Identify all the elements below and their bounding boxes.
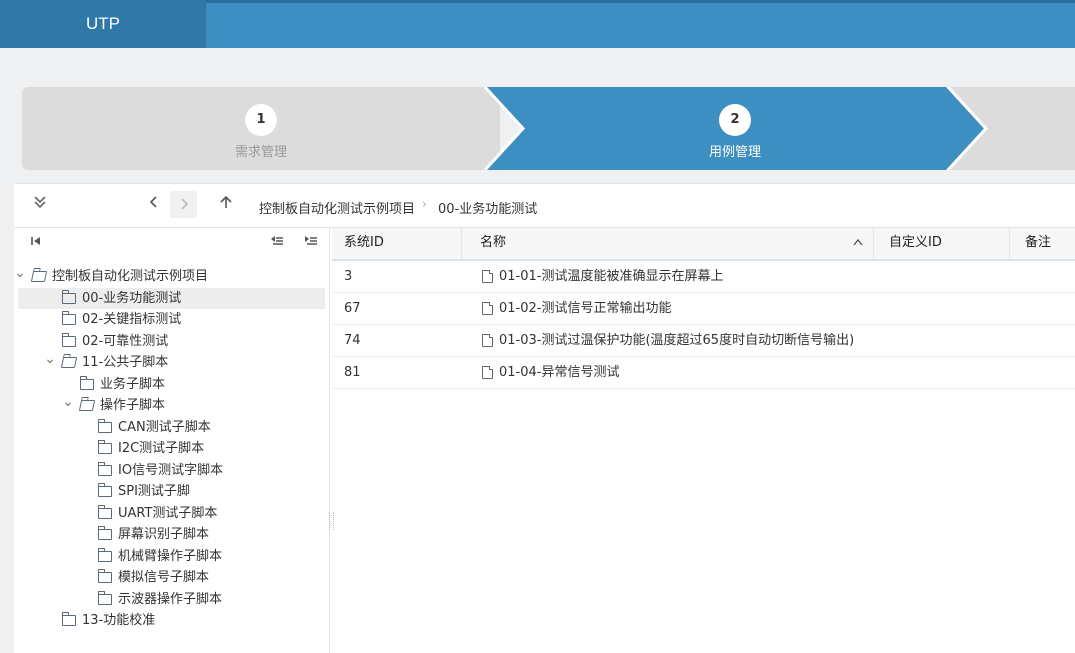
double-chevron-down-icon[interactable] — [28, 192, 52, 216]
tree-node-label: 操作子脚本 — [100, 398, 166, 413]
cell-name[interactable]: 01-02-测试信号正常输出功能 — [499, 293, 671, 324]
tree-node[interactable]: 02-可靠性测试 — [18, 331, 325, 352]
tree-node-label: 模拟信号子脚本 — [118, 570, 210, 585]
tree-node-label: UART测试子脚本 — [118, 505, 218, 521]
step-wizard: 1 需求管理 2 用例管理 — [22, 87, 1075, 170]
tree-node[interactable]: IO信号测试字脚本 — [18, 460, 325, 481]
tree-node-label: 13-功能校准 — [82, 613, 156, 628]
folder-icon — [62, 311, 76, 325]
tree-toolbar — [14, 228, 329, 256]
tree-node[interactable]: UART测试子脚本 — [18, 503, 325, 524]
column-name-label: 名称 — [480, 235, 507, 250]
tree-node-label: 控制板自动化测试示例项目 — [52, 269, 209, 284]
chevron-right-icon[interactable] — [170, 191, 197, 218]
tree-node[interactable]: 机械臂操作子脚本 — [18, 546, 325, 567]
folder-icon — [62, 332, 76, 347]
main-panel: 控制板自动化测试示例项目 › 00-业务功能测试 ⌄ 控制板自动化测试示例项目 00… — [14, 183, 1075, 653]
folder-icon — [98, 526, 112, 540]
tree-node[interactable]: 00-业务功能测试 — [18, 287, 325, 309]
column-remarks[interactable]: 备注 — [1010, 228, 1075, 259]
expand-all-icon[interactable] — [304, 235, 318, 251]
folder-icon — [80, 375, 94, 390]
cell-system-id: 67 — [344, 301, 361, 316]
cell-system-id: 74 — [344, 333, 361, 348]
collapse-all-icon[interactable] — [270, 235, 284, 251]
tree-node[interactable]: 示波器操作子脚本 — [18, 589, 325, 610]
cell-system-id: 81 — [344, 365, 361, 380]
chevron-left-icon[interactable] — [142, 192, 166, 216]
tree-node[interactable]: 模拟信号子脚本 — [18, 567, 325, 588]
tree-node[interactable]: 02-关键指标测试 — [18, 309, 325, 330]
tree-node-label: 机械臂操作子脚本 — [118, 548, 223, 564]
table-row[interactable]: 67 01-02-测试信号正常输出功能 — [332, 293, 1075, 325]
tree-node-label: CAN测试子脚本 — [118, 419, 211, 435]
folder-open-icon — [78, 400, 96, 411]
tree-node-label: 00-业务功能测试 — [82, 290, 182, 306]
toolbar: 控制板自动化测试示例项目 › 00-业务功能测试 — [14, 184, 1075, 228]
tree-node[interactable]: 屏幕识别子脚本 — [18, 524, 325, 545]
tree-node-label: 02-可靠性测试 — [82, 333, 169, 349]
folder-icon — [98, 569, 112, 583]
test-case-table: 系统ID 名称 自定义ID 备注 3 01-01-测试温度能被准确显示在屏幕上 67… — [332, 228, 1075, 653]
folder-icon — [98, 590, 112, 605]
tree-node-label: 02-关键指标测试 — [82, 312, 182, 327]
step-number: 2 — [719, 104, 751, 136]
expand-toggle-icon[interactable]: ⌄ — [62, 395, 74, 409]
collapse-left-icon[interactable] — [30, 235, 42, 251]
tree-node-label: 11-公共子脚本 — [82, 355, 169, 370]
breadcrumb-separator-icon: › — [422, 197, 427, 211]
column-custom-id[interactable]: 自定义ID — [874, 228, 1010, 259]
column-name[interactable]: 名称 — [462, 228, 874, 259]
table-row[interactable]: 74 01-03-测试过温保护功能(温度超过65度时自动切断信号输出) — [332, 325, 1075, 357]
folder-icon — [98, 483, 112, 497]
table-row[interactable]: 3 01-01-测试温度能被准确显示在屏幕上 — [332, 261, 1075, 293]
breadcrumb-project[interactable]: 控制板自动化测试示例项目 — [259, 198, 415, 217]
document-icon — [482, 366, 493, 379]
cell-name[interactable]: 01-01-测试温度能被准确显示在屏幕上 — [499, 261, 723, 292]
folder-icon — [98, 504, 112, 519]
folder-open-icon — [60, 357, 78, 368]
cell-name[interactable]: 01-04-异常信号测试 — [499, 357, 619, 388]
tree-node[interactable]: I2C测试子脚本 — [18, 438, 325, 459]
step-label: 用例管理 — [708, 145, 761, 160]
column-system-id[interactable]: 系统ID — [332, 228, 462, 259]
tree-node[interactable]: CAN测试子脚本 — [18, 417, 325, 438]
tree-node-label: 屏幕识别子脚本 — [118, 527, 210, 542]
chevron-up-icon[interactable] — [853, 228, 863, 258]
folder-icon — [98, 418, 112, 433]
arrow-up-icon[interactable] — [214, 192, 238, 216]
document-icon — [482, 334, 493, 347]
tree-node[interactable]: ⌄ 11-公共子脚本 — [18, 352, 325, 373]
document-icon — [482, 270, 493, 283]
table-header: 系统ID 名称 自定义ID 备注 — [332, 228, 1075, 261]
breadcrumb-folder[interactable]: 00-业务功能测试 — [438, 198, 537, 217]
expand-toggle-icon[interactable]: ⌄ — [14, 266, 26, 280]
cell-name[interactable]: 01-03-测试过温保护功能(温度超过65度时自动切断信号输出) — [499, 325, 854, 356]
folder-icon — [98, 461, 112, 476]
tree-node-label: 示波器操作子脚本 — [118, 591, 223, 607]
tree-node[interactable]: ⌄ 控制板自动化测试示例项目 — [14, 266, 325, 287]
app-logo[interactable]: UTP — [0, 0, 206, 48]
folder-icon — [98, 547, 112, 562]
folder-icon — [62, 612, 76, 626]
folder-icon — [98, 440, 112, 454]
tree-node[interactable]: 13-功能校准 — [18, 610, 325, 631]
folder-tree: ⌄ 控制板自动化测试示例项目 00-业务功能测试 02-关键指标测试 02-可靠性测试 ⌄… — [14, 228, 330, 653]
tree-node-label: I2C测试子脚本 — [118, 441, 205, 456]
folder-icon — [62, 289, 76, 304]
table-row[interactable]: 81 01-04-异常信号测试 — [332, 357, 1075, 389]
tree-node-label: 业务子脚本 — [100, 376, 166, 392]
tree-node[interactable]: SPI测试子脚 — [18, 481, 325, 502]
top-bar: UTP — [0, 0, 1075, 48]
tree-node[interactable]: ⌄ 操作子脚本 — [18, 395, 325, 416]
folder-open-icon — [30, 271, 48, 282]
expand-toggle-icon[interactable]: ⌄ — [44, 352, 56, 366]
step-test-cases[interactable]: 2 用例管理 — [485, 87, 985, 170]
cell-system-id: 3 — [344, 269, 353, 284]
tree-node[interactable]: 业务子脚本 — [18, 374, 325, 395]
tree-node-label: IO信号测试字脚本 — [118, 462, 224, 478]
document-icon — [482, 302, 493, 315]
tree-node-label: SPI测试子脚 — [118, 484, 190, 499]
